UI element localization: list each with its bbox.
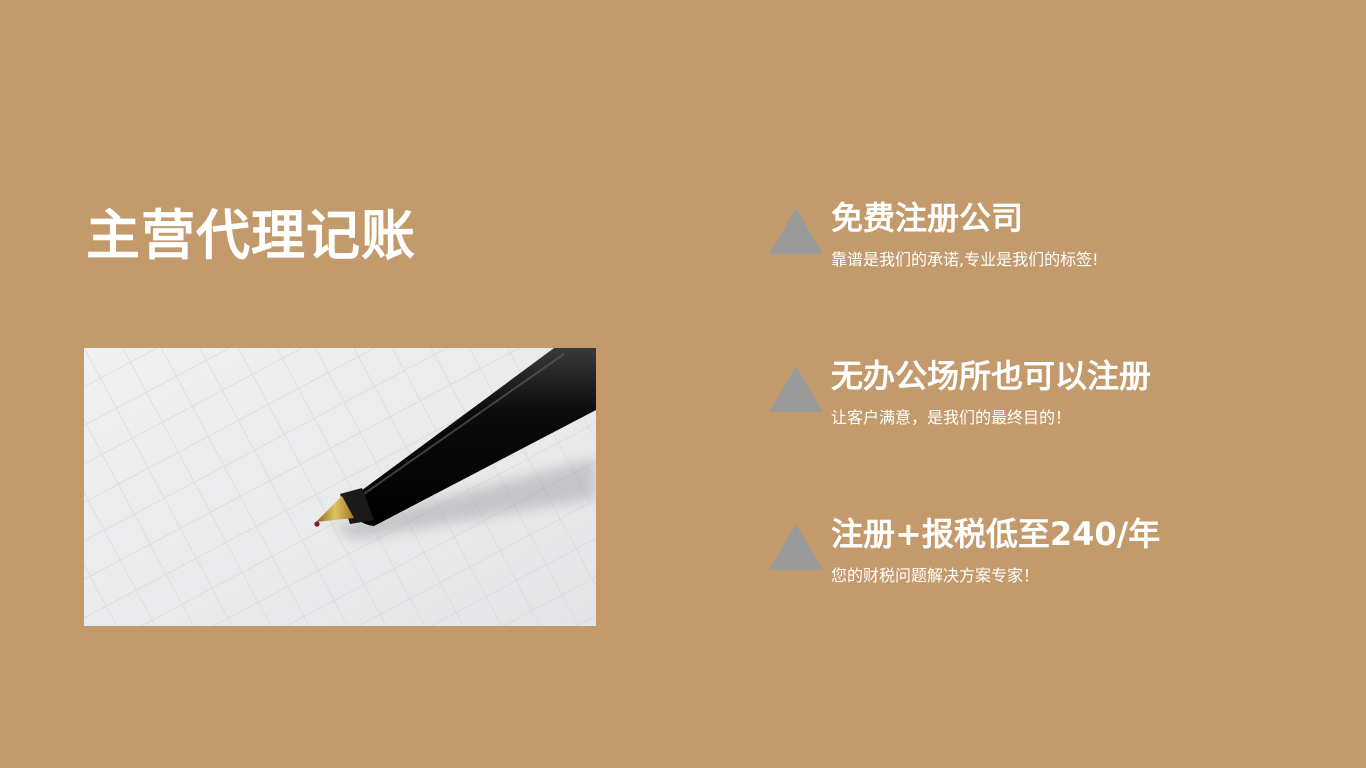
feature-description: 您的财税问题解决方案专家！ [831, 566, 1040, 585]
feature-item-no-office-registration: 无办公场所也可以注册 让客户满意，是我们的最终目的！ [769, 357, 1329, 446]
feature-title: 注册+报税低至240/年 [831, 515, 1161, 553]
triangle-bullet-icon [769, 524, 823, 570]
feature-description: 靠谱是我们的承诺,专业是我们的标签! [831, 250, 1099, 269]
feature-title: 无办公场所也可以注册 [831, 357, 1152, 395]
page-title: 主营代理记账 [86, 204, 416, 267]
pen-photo [84, 348, 596, 626]
slide-canvas: 主营代理记账 免费注册公司 靠谱是我们的承诺,专业是我们的标签! 无办公场所也可… [0, 0, 1366, 768]
feature-description: 让客户满意，是我们的最终目的！ [831, 408, 1072, 427]
triangle-bullet-icon [769, 208, 823, 254]
feature-item-free-registration: 免费注册公司 靠谱是我们的承诺,专业是我们的标签! [769, 199, 1329, 288]
triangle-bullet-icon [769, 366, 823, 412]
feature-title: 免费注册公司 [831, 199, 1024, 237]
pen-on-grid-paper-image [84, 348, 596, 626]
feature-item-low-price-tax: 注册+报税低至240/年 您的财税问题解决方案专家！ [769, 515, 1329, 604]
